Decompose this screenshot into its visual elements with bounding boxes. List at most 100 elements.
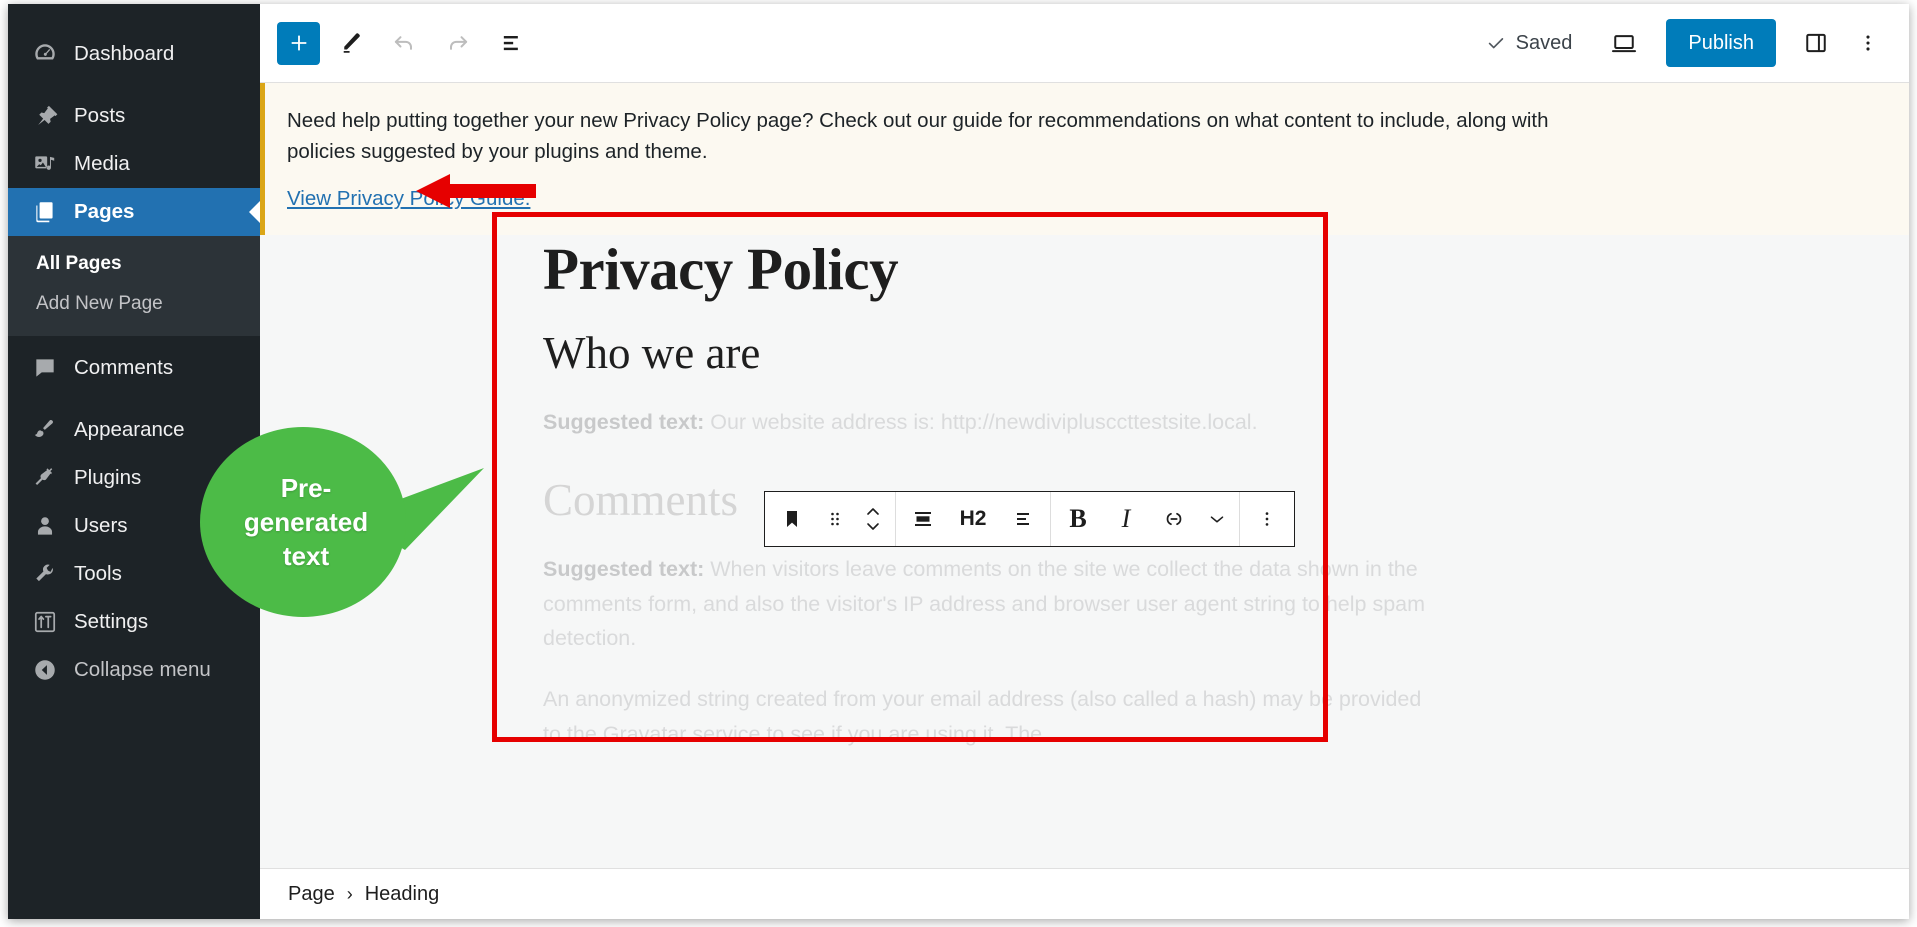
sidebar-item-posts[interactable]: Posts (8, 92, 260, 140)
plus-icon (291, 35, 306, 51)
green-callout-bubble (200, 427, 484, 617)
vertical-dots-icon (1866, 35, 1870, 51)
brush-icon (30, 415, 60, 445)
suggested-text-label: Suggested text: (543, 556, 705, 581)
browser-window: Dashboard Posts Media Pages All Pages Ad… (8, 4, 1909, 919)
submenu-label: Add New Page (36, 293, 163, 314)
vertical-dots-icon (1265, 512, 1269, 527)
block-toolbar-group-format: B I (1051, 492, 1240, 547)
settings-icon (30, 607, 60, 637)
italic-button[interactable]: I (1102, 492, 1150, 546)
sidebar-panel-icon (1806, 33, 1826, 53)
paragraph-body: Our website address is: http://newdivipl… (704, 409, 1258, 434)
submenu-item-all-pages[interactable]: All Pages (8, 244, 260, 284)
privacy-policy-notice: Need help putting together your new Priv… (260, 83, 1909, 236)
pin-icon (30, 101, 60, 131)
sidebar-item-label: Plugins (74, 466, 142, 489)
editor-canvas: Privacy Policy Who we are Suggested text… (260, 235, 1909, 867)
redo-icon (450, 36, 468, 50)
submenu-label: All Pages (36, 253, 122, 274)
link-button[interactable] (1150, 492, 1198, 546)
pencil-icon (343, 33, 360, 53)
preview-button[interactable] (1600, 19, 1648, 67)
sidebar-item-label: Appearance (74, 418, 185, 441)
redo-button[interactable] (434, 19, 482, 67)
drag-handle-button[interactable] (816, 492, 854, 546)
bold-label: B (1069, 504, 1087, 534)
block-type-button[interactable] (768, 492, 816, 546)
italic-label: I (1121, 504, 1131, 534)
check-icon (1488, 38, 1503, 49)
sidebar-item-dashboard[interactable]: Dashboard (8, 30, 260, 78)
pages-submenu: All Pages Add New Page (8, 236, 260, 336)
sidebar-item-collapse-menu[interactable]: Collapse menu (8, 646, 260, 694)
wrench-icon (30, 559, 60, 589)
undo-icon (394, 36, 412, 50)
sidebar-item-label: Settings (74, 610, 149, 633)
list-view-button[interactable] (488, 19, 536, 67)
sidebar-item-label: Media (74, 152, 130, 175)
sidebar-item-label: Comments (74, 356, 174, 379)
heading-who-we-are[interactable]: Who we are (543, 327, 1443, 379)
paragraph-website-address[interactable]: Suggested text: Our website address is: … (543, 405, 1443, 440)
block-toolbar-group-block (765, 492, 896, 547)
menu-spacer (8, 392, 260, 406)
sidebar-item-label: Posts (74, 104, 126, 127)
block-toolbar-group-options (1240, 492, 1294, 546)
paragraph-comments[interactable]: Suggested text: When visitors leave comm… (543, 552, 1443, 656)
sidebar-item-label: Collapse menu (74, 658, 211, 681)
paragraph-block-icon (787, 511, 797, 528)
tools-pencil-button[interactable] (326, 19, 374, 67)
sidebar-item-label: Tools (74, 562, 122, 585)
pages-icon (30, 197, 60, 227)
editor-options-button[interactable] (1844, 19, 1892, 67)
sidebar-item-label: Pages (74, 200, 135, 223)
sidebar-item-media[interactable]: Media (8, 140, 260, 188)
chevron-down-icon (1210, 516, 1224, 523)
suggested-text-label: Suggested text: (543, 409, 705, 434)
block-align-button[interactable] (899, 492, 947, 546)
desktop-preview-icon (1612, 35, 1637, 53)
editor-header-left-tools (277, 19, 536, 67)
more-rich-text-button[interactable] (1198, 492, 1236, 546)
heading-level-button[interactable]: H2 (947, 492, 999, 546)
saved-status-button[interactable]: Saved (1475, 21, 1583, 65)
link-icon (1166, 513, 1182, 526)
breadcrumb-separator: › (346, 883, 353, 904)
sidebar-item-pages[interactable]: Pages (8, 188, 260, 236)
user-icon (30, 511, 60, 541)
text-align-icon (1017, 513, 1029, 526)
bold-button[interactable]: B (1054, 492, 1102, 546)
align-block-icon (915, 512, 931, 527)
block-options-button[interactable] (1243, 492, 1291, 546)
drag-handle-icon (831, 513, 839, 526)
notice-text: Need help putting together your new Priv… (287, 109, 1549, 164)
move-up-down-icon (867, 508, 879, 531)
comments-icon (30, 353, 60, 383)
publish-button[interactable]: Publish (1666, 19, 1776, 67)
block-toolbar: H2 B I (764, 491, 1295, 548)
red-arrow-annotation (416, 174, 536, 208)
post-title[interactable]: Privacy Policy (543, 235, 1443, 305)
settings-sidebar-button[interactable] (1792, 19, 1840, 67)
breadcrumb-page[interactable]: Page (288, 883, 335, 906)
sidebar-item-label: Users (74, 514, 128, 537)
collapse-icon (30, 655, 60, 685)
add-block-button[interactable] (277, 21, 320, 65)
editor-header-right-tools: Saved Publish (1475, 19, 1892, 67)
submenu-item-add-new-page[interactable]: Add New Page (8, 284, 260, 324)
breadcrumb-heading[interactable]: Heading (365, 883, 440, 906)
block-editor: Saved Publish Need help putting together… (260, 4, 1909, 919)
text-align-button[interactable] (999, 492, 1047, 546)
screenshot-root: Dashboard Posts Media Pages All Pages Ad… (0, 0, 1917, 927)
move-block-button[interactable] (854, 492, 892, 546)
paragraph-gravatar[interactable]: An anonymized string created from your e… (543, 682, 1443, 752)
sidebar-item-comments[interactable]: Comments (8, 344, 260, 392)
editor-footer-breadcrumb: Page › Heading (260, 868, 1909, 919)
block-toolbar-group-heading: H2 (896, 492, 1051, 547)
undo-button[interactable] (380, 19, 428, 67)
media-icon (30, 149, 60, 179)
saved-label: Saved (1515, 31, 1573, 54)
menu-spacer (8, 78, 260, 92)
list-view-icon (503, 36, 518, 51)
